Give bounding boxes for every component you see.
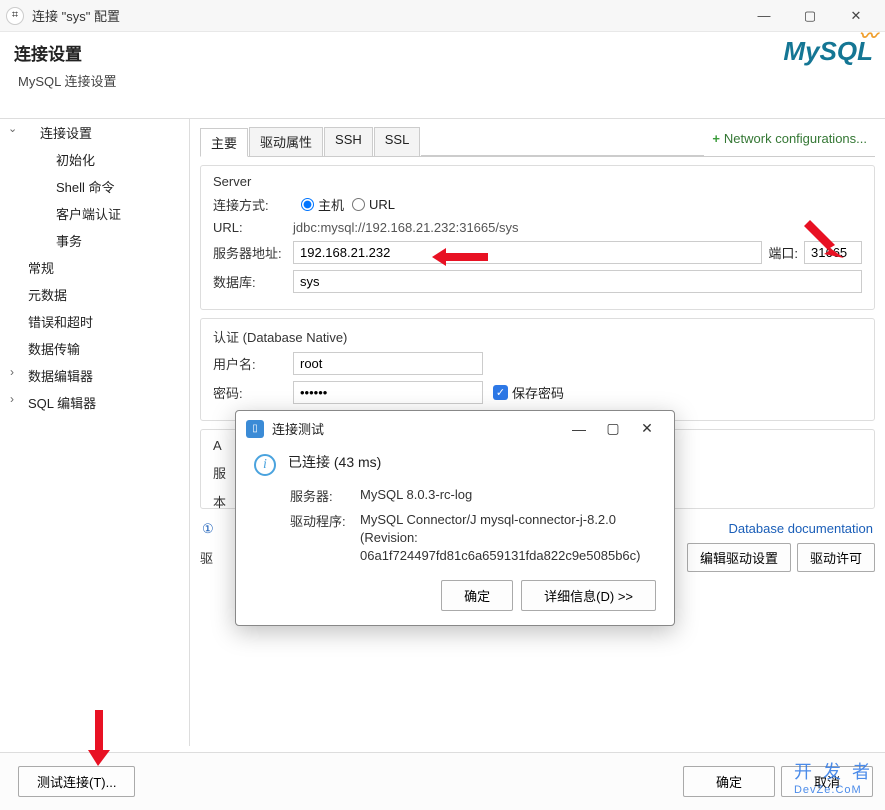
server-group: Server 连接方式: 主机 URL URL: jdbc:mysql://19… [200, 165, 875, 310]
page-title: 连接设置 [14, 40, 116, 65]
sidebar-item-2[interactable]: Shell 命令 [0, 173, 189, 200]
modal-details-button[interactable]: 详细信息(D) >> [521, 580, 656, 611]
page-subtitle: MySQL 连接设置 [18, 71, 116, 90]
connected-status: 已连接 (43 ms) [288, 452, 381, 472]
radio-host-label: 主机 [318, 195, 344, 214]
sidebar-item-3[interactable]: 客户端认证 [0, 200, 189, 227]
modal-ok-button[interactable]: 确定 [441, 580, 513, 611]
sidebar-item-10[interactable]: SQL 编辑器 [0, 389, 189, 416]
server-addr-label: 服务器地址: [213, 243, 293, 262]
modal-driver-value: MySQL Connector/J mysql-connector-j-8.2.… [360, 511, 656, 566]
tab-bar: 主要 驱动属性 SSH SSL +Network configurations.… [200, 127, 875, 157]
port-input[interactable] [804, 241, 862, 264]
driver-label-prefix: 驱 [200, 543, 213, 572]
driver-license-button[interactable]: 驱动许可 [797, 543, 875, 572]
user-input[interactable] [293, 352, 483, 375]
tab-main[interactable]: 主要 [200, 128, 248, 157]
sidebar-item-1[interactable]: 初始化 [0, 146, 189, 173]
dialog-footer: 测试连接(T)... 确定 取消 [0, 752, 885, 810]
modal-maximize-button[interactable]: ▢ [596, 420, 630, 437]
modal-minimize-button[interactable]: — [562, 421, 596, 437]
mysql-logo: 〰 MySQL [783, 36, 873, 67]
window-titlebar: ⌗ 连接 "sys" 配置 — ▢ ✕ [0, 0, 885, 32]
sidebar-item-0[interactable]: 连接设置 [0, 119, 189, 146]
database-icon: ▯ [246, 420, 264, 438]
save-pass-label: 保存密码 [512, 383, 564, 402]
sidebar-item-4[interactable]: 事务 [0, 227, 189, 254]
connect-mode-label: 连接方式: [213, 195, 293, 214]
radio-url-label: URL [369, 197, 395, 212]
maximize-button[interactable]: ▢ [787, 1, 833, 31]
auth-group: 认证 (Database Native) 用户名: 密码: ✓ 保存密码 [200, 318, 875, 421]
modal-server-label: 服务器: [290, 486, 360, 505]
url-label: URL: [213, 220, 293, 235]
radio-host[interactable] [301, 198, 314, 211]
sidebar-item-5[interactable]: 常规 [0, 254, 189, 281]
port-label: 端口: [768, 243, 798, 262]
test-connection-button[interactable]: 测试连接(T)... [18, 766, 135, 797]
db-label: 数据库: [213, 272, 293, 291]
sidebar-item-6[interactable]: 元数据 [0, 281, 189, 308]
user-label: 用户名: [213, 354, 293, 373]
header: 连接设置 MySQL 连接设置 〰 MySQL [0, 32, 885, 96]
plus-icon: + [712, 131, 720, 146]
sidebar-item-9[interactable]: 数据编辑器 [0, 362, 189, 389]
watermark: 开 发 者 DevZe.CoM [794, 758, 873, 796]
info-icon: i [254, 454, 276, 476]
sidebar-item-7[interactable]: 错误和超时 [0, 308, 189, 335]
tab-driver-props[interactable]: 驱动属性 [249, 127, 323, 156]
ok-button[interactable]: 确定 [683, 766, 775, 797]
driver-info-link[interactable]: ① [202, 521, 214, 537]
pass-label: 密码: [213, 383, 293, 402]
sidebar-item-8[interactable]: 数据传输 [0, 335, 189, 362]
server-addr-input[interactable] [293, 241, 762, 264]
save-pass-checkbox[interactable]: ✓ [493, 385, 508, 400]
db-input[interactable] [293, 270, 862, 293]
url-value: jdbc:mysql://192.168.21.232:31665/sys [293, 220, 518, 235]
tab-ssh[interactable]: SSH [324, 127, 373, 156]
minimize-button[interactable]: — [741, 1, 787, 31]
radio-url[interactable] [352, 198, 365, 211]
modal-server-value: MySQL 8.0.3-rc-log [360, 486, 656, 505]
app-icon: ⌗ [6, 7, 24, 25]
modal-close-button[interactable]: ✕ [630, 420, 664, 437]
dolphin-icon: 〰 [859, 22, 877, 48]
edit-driver-button[interactable]: 编辑驱动设置 [687, 543, 791, 572]
network-config-link[interactable]: +Network configurations... [704, 127, 875, 156]
modal-title: 连接测试 [272, 419, 324, 438]
tab-ssl[interactable]: SSL [374, 127, 421, 156]
connection-test-dialog: ▯ 连接测试 — ▢ ✕ i 已连接 (43 ms) 服务器: MySQL 8.… [235, 410, 675, 626]
pass-input[interactable] [293, 381, 483, 404]
server-group-title: Server [213, 174, 862, 189]
sidebar: 连接设置初始化Shell 命令客户端认证事务常规元数据错误和超时数据传输数据编辑… [0, 119, 190, 746]
auth-group-title: 认证 (Database Native) [213, 327, 862, 346]
db-doc-link[interactable]: Database documentation [728, 521, 873, 537]
sidebar-list: 连接设置初始化Shell 命令客户端认证事务常规元数据错误和超时数据传输数据编辑… [0, 119, 189, 416]
window-title: 连接 "sys" 配置 [32, 6, 741, 25]
modal-driver-label: 驱动程序: [290, 511, 360, 566]
